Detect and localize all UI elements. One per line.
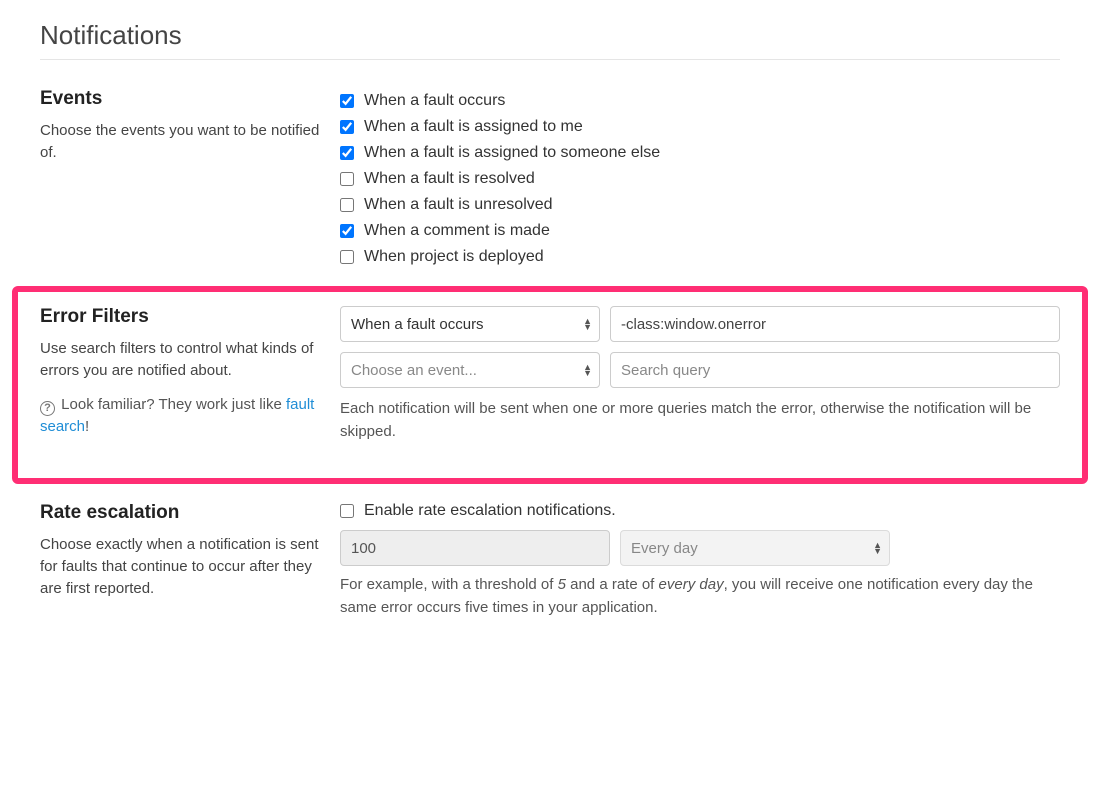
enable-rate-checkbox[interactable] [340, 504, 354, 518]
events-title: Events [40, 88, 320, 110]
filter-row: When a fault occurs▲▼ [340, 306, 1060, 342]
event-checkbox-label: When a fault occurs [364, 92, 505, 110]
rate-escalation-section: Rate escalation Choose exactly when a no… [40, 484, 1060, 654]
event-checkbox-row[interactable]: When a fault occurs [340, 92, 1060, 110]
error-filters-note: Each notification will be sent when one … [340, 398, 1060, 443]
hint-text-suffix: ! [85, 418, 89, 435]
event-checkbox[interactable] [340, 224, 354, 238]
filter-row: Choose an event...▲▼ [340, 352, 1060, 388]
error-filters-hint: ? Look familiar? They work just like fau… [40, 394, 320, 438]
question-icon: ? [40, 401, 55, 416]
rate-escalation-description: Choose exactly when a notification is se… [40, 534, 320, 599]
filter-event-select[interactable]: When a fault occurs [340, 306, 600, 342]
hint-text-prefix: Look familiar? They work just like [61, 396, 286, 413]
period-select[interactable]: Every day [620, 530, 890, 566]
event-checkbox-label: When a fault is resolved [364, 170, 535, 188]
events-checkbox-list: When a fault occurs When a fault is assig… [340, 88, 1060, 266]
error-filters-description: Use search filters to control what kinds… [40, 338, 320, 382]
event-checkbox-row[interactable]: When a fault is assigned to someone else [340, 144, 1060, 162]
threshold-input[interactable] [340, 530, 610, 566]
error-filters-highlight: Error Filters Use search filters to cont… [12, 286, 1088, 484]
events-section: Events Choose the events you want to be … [40, 70, 1060, 286]
event-checkbox-label: When a fault is assigned to someone else [364, 144, 660, 162]
event-checkbox-label: When a fault is assigned to me [364, 118, 583, 136]
event-checkbox-label: When a fault is unresolved [364, 196, 553, 214]
event-checkbox-row[interactable]: When a comment is made [340, 222, 1060, 240]
event-checkbox[interactable] [340, 120, 354, 134]
page-title: Notifications [40, 20, 1060, 60]
event-checkbox[interactable] [340, 198, 354, 212]
events-description: Choose the events you want to be notifie… [40, 120, 320, 164]
filter-event-select[interactable]: Choose an event... [340, 352, 600, 388]
event-checkbox[interactable] [340, 172, 354, 186]
event-checkbox-row[interactable]: When a fault is assigned to me [340, 118, 1060, 136]
event-checkbox-label: When a comment is made [364, 222, 550, 240]
event-checkbox[interactable] [340, 94, 354, 108]
event-checkbox-row[interactable]: When project is deployed [340, 248, 1060, 266]
error-filters-title: Error Filters [40, 306, 320, 328]
rate-escalation-title: Rate escalation [40, 502, 320, 524]
event-checkbox-row[interactable]: When a fault is unresolved [340, 196, 1060, 214]
event-checkbox[interactable] [340, 146, 354, 160]
error-filters-section: Error Filters Use search filters to cont… [40, 306, 1060, 458]
rate-escalation-example: For example, with a threshold of 5 and a… [340, 574, 1060, 619]
enable-rate-label: Enable rate escalation notifications. [364, 502, 616, 520]
filter-query-input[interactable] [610, 352, 1060, 388]
event-checkbox[interactable] [340, 250, 354, 264]
event-checkbox-label: When project is deployed [364, 248, 544, 266]
event-checkbox-row[interactable]: When a fault is resolved [340, 170, 1060, 188]
filter-query-input[interactable] [610, 306, 1060, 342]
